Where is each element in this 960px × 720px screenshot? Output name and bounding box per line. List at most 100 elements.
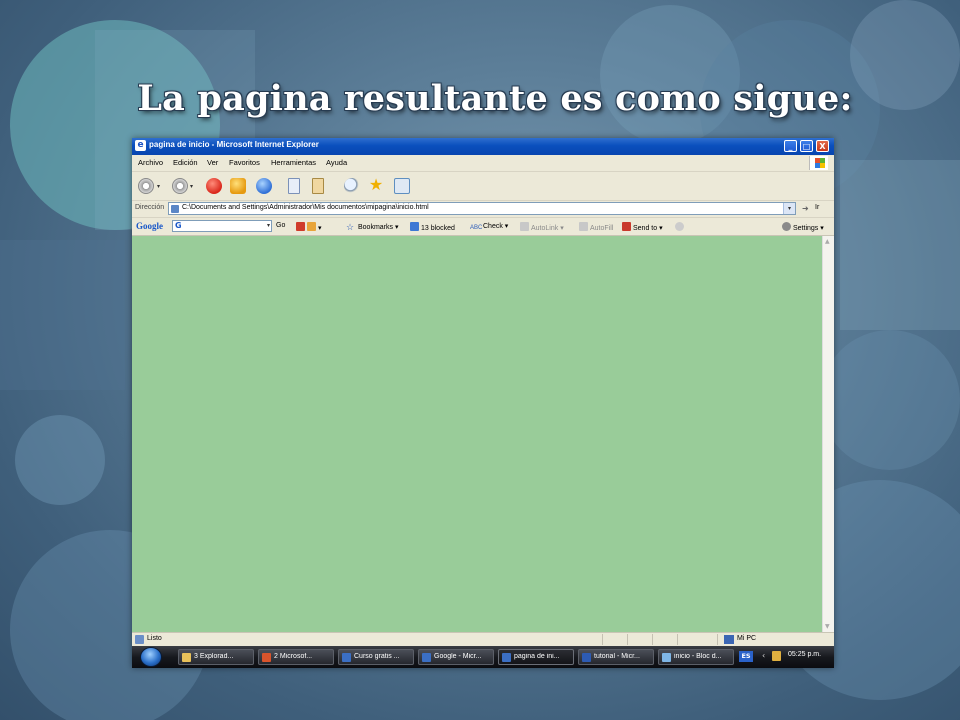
- check-label: Check: [483, 223, 503, 230]
- address-value: C:\Documents and Settings\Administrador\…: [182, 204, 429, 211]
- history-icon[interactable]: [394, 178, 410, 194]
- taskbar-button-label: 2 Microsof...: [274, 653, 313, 660]
- menu-ver[interactable]: Ver: [207, 158, 218, 167]
- google-field-dropdown-icon[interactable]: ▾: [267, 222, 270, 229]
- favorites-icon[interactable]: ★: [368, 177, 384, 193]
- taskbar-button-label: Curso gratis ...: [354, 653, 400, 660]
- google-options-icons[interactable]: ▾: [296, 222, 322, 232]
- settings-button[interactable]: Settings ▾: [782, 222, 824, 232]
- taskbar-button[interactable]: 3 Explorad...: [178, 649, 254, 665]
- menu-edicion[interactable]: Edición: [173, 158, 198, 167]
- taskbar-button-label: inicio - Bloc d...: [674, 653, 722, 660]
- taskbar-app-icon: [182, 653, 191, 662]
- taskbar-app-icon: [262, 653, 271, 662]
- address-input[interactable]: C:\Documents and Settings\Administrador\…: [168, 202, 796, 215]
- taskbar-button[interactable]: pagina de ini...: [498, 649, 574, 665]
- google-g-icon: G: [175, 221, 182, 230]
- taskbar-app-icon: [422, 653, 431, 662]
- page-icon: [171, 205, 179, 213]
- go-button[interactable]: Ir: [815, 204, 819, 211]
- status-bar: Listo Mi PC: [132, 632, 834, 647]
- autofill-label: AutoFill: [590, 225, 614, 232]
- taskbar-button-label: Google - Micr...: [434, 653, 482, 660]
- address-bar: Dirección C:\Documents and Settings\Admi…: [132, 201, 834, 218]
- taskbar-button[interactable]: inicio - Bloc d...: [658, 649, 734, 665]
- spell-check-button[interactable]: ABCCheck ▾: [470, 222, 508, 234]
- google-search-input[interactable]: G ▾: [172, 220, 272, 232]
- send-to-button[interactable]: Send to ▾: [622, 222, 663, 232]
- status-divider: [677, 634, 678, 645]
- menu-ayuda[interactable]: Ayuda: [326, 158, 347, 167]
- status-page-icon: [135, 635, 144, 644]
- menu-archivo[interactable]: Archivo: [138, 158, 163, 167]
- taskbar-button[interactable]: 2 Microsof...: [258, 649, 334, 665]
- settings-label: Settings: [793, 225, 819, 232]
- maximize-button[interactable]: □: [800, 140, 813, 152]
- browser-window: e pagina de inicio - Microsoft Internet …: [132, 138, 834, 668]
- tray-expand-icon[interactable]: ‹: [762, 651, 765, 660]
- language-indicator[interactable]: ES: [739, 651, 753, 662]
- bookmarks-button[interactable]: ☆ Bookmarks ▾: [346, 222, 398, 232]
- autolink-label: AutoLink: [531, 225, 559, 232]
- autofill-button[interactable]: AutoFill: [579, 222, 613, 232]
- highlighter-icon[interactable]: [675, 222, 686, 232]
- taskbar-button-label: pagina de ini...: [514, 653, 560, 660]
- paste-icon[interactable]: [312, 178, 324, 194]
- go-arrow-icon[interactable]: ➜: [802, 204, 809, 213]
- taskbar-button[interactable]: Curso gratis ...: [338, 649, 414, 665]
- address-label: Dirección: [135, 204, 165, 211]
- decor-circle: [15, 415, 105, 505]
- clock[interactable]: 05:25 p.m.: [788, 651, 821, 658]
- autolink-button[interactable]: AutoLink ▾: [520, 222, 564, 232]
- refresh-icon[interactable]: [230, 178, 246, 194]
- title-bar[interactable]: e pagina de inicio - Microsoft Internet …: [132, 138, 834, 155]
- taskbar-app-icon: [662, 653, 671, 662]
- forward-dropdown-icon[interactable]: ▾: [190, 183, 193, 190]
- status-divider: [602, 634, 603, 645]
- popup-blocker-button[interactable]: 13 blocked: [410, 222, 455, 232]
- sendto-label: Send to: [633, 225, 658, 232]
- menu-bar: Archivo Edición Ver Favoritos Herramient…: [132, 155, 834, 172]
- bookmarks-label: Bookmarks: [358, 224, 394, 231]
- taskbar-button-label: 3 Explorad...: [194, 653, 234, 660]
- tray-app-icon[interactable]: [772, 651, 781, 661]
- standard-toolbar: ▾ ▾ ★: [132, 172, 834, 201]
- back-icon[interactable]: [138, 178, 154, 194]
- close-button[interactable]: X: [816, 140, 829, 152]
- start-button[interactable]: [140, 647, 162, 667]
- taskbar-app-icon: [582, 653, 591, 662]
- taskbar-app-icon: [502, 653, 511, 662]
- window-title: pagina de inicio - Microsoft Internet Ex…: [149, 140, 319, 149]
- google-go-button[interactable]: Go: [276, 222, 285, 229]
- home-icon[interactable]: [256, 178, 272, 194]
- taskbar: 3 Explorad... 2 Microsof... Curso gratis .…: [132, 646, 834, 668]
- minimize-button[interactable]: _: [784, 140, 797, 152]
- decor-circle: [820, 330, 960, 470]
- copy-icon[interactable]: [288, 178, 300, 194]
- decor-square: [0, 240, 125, 390]
- menu-herramientas[interactable]: Herramientas: [271, 158, 316, 167]
- menu-favoritos[interactable]: Favoritos: [229, 158, 260, 167]
- google-logo[interactable]: Google: [136, 221, 163, 231]
- slide-title: La pagina resultante es como sigue:: [137, 78, 853, 119]
- forward-icon[interactable]: [172, 178, 188, 194]
- taskbar-button[interactable]: Google - Micr...: [418, 649, 494, 665]
- taskbar-button-label: tutorial - Micr...: [594, 653, 640, 660]
- decor-square: [840, 160, 960, 330]
- taskbar-button[interactable]: tutorial - Micr...: [578, 649, 654, 665]
- stop-icon[interactable]: [206, 178, 222, 194]
- security-zone: Mi PC: [737, 635, 757, 642]
- page-content[interactable]: [132, 236, 822, 632]
- status-text: Listo: [147, 635, 162, 642]
- back-dropdown-icon[interactable]: ▾: [157, 183, 160, 190]
- blocked-count: 13 blocked: [421, 225, 455, 232]
- scroll-up-icon[interactable]: ▲: [825, 238, 830, 245]
- vertical-scrollbar[interactable]: ▲ ▼: [822, 236, 834, 632]
- computer-zone-icon: [724, 635, 734, 644]
- address-dropdown-icon[interactable]: ▾: [783, 203, 795, 214]
- scroll-down-icon[interactable]: ▼: [825, 623, 830, 630]
- search-icon[interactable]: [344, 178, 360, 194]
- ie-icon: e: [135, 140, 146, 151]
- status-divider: [717, 634, 718, 645]
- google-toolbar: Google G ▾ Go ▾ ☆ Bookmarks ▾ 13 blocked …: [132, 218, 834, 236]
